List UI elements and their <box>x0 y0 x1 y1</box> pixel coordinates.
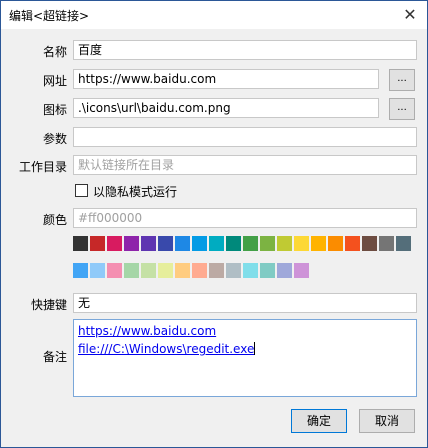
hotkey-field[interactable]: 无 <box>73 293 417 313</box>
color-swatch[interactable] <box>107 236 122 251</box>
color-swatch[interactable] <box>158 236 173 251</box>
color-swatch[interactable] <box>192 263 207 278</box>
color-swatch[interactable] <box>141 236 156 251</box>
notes-line-2[interactable]: file:///C:\Windows\regedit.exe <box>78 340 412 358</box>
color-swatch[interactable] <box>90 236 105 251</box>
color-swatch[interactable] <box>243 236 258 251</box>
title-bar: 编辑<超链接> ✕ <box>1 1 427 29</box>
icon-path-label: 图标 <box>42 103 67 117</box>
color-swatch[interactable] <box>243 263 258 278</box>
workdir-label: 工作目录 <box>18 160 67 174</box>
color-swatch[interactable] <box>107 263 122 278</box>
color-swatch[interactable] <box>396 236 411 251</box>
params-label: 参数 <box>42 132 67 146</box>
color-swatch[interactable] <box>73 236 88 251</box>
private-mode-label: 以隐私模式运行 <box>93 185 178 199</box>
ok-button[interactable]: 确定 <box>291 409 347 433</box>
url-label: 网址 <box>42 74 67 88</box>
color-swatch[interactable] <box>226 263 241 278</box>
name-label: 名称 <box>42 45 67 59</box>
color-swatch[interactable] <box>124 236 139 251</box>
cancel-button[interactable]: 取消 <box>359 409 415 433</box>
color-swatch[interactable] <box>345 236 360 251</box>
color-swatch[interactable] <box>328 236 343 251</box>
color-label: 颜色 <box>42 213 67 227</box>
color-swatch[interactable] <box>175 236 190 251</box>
url-field[interactable]: https://www.baidu.com <box>73 69 379 89</box>
color-swatch[interactable] <box>311 236 326 251</box>
color-swatch[interactable] <box>277 236 292 251</box>
color-swatch[interactable] <box>90 263 105 278</box>
color-swatch[interactable] <box>209 263 224 278</box>
notes-line-1[interactable]: https://www.baidu.com <box>78 322 412 340</box>
notes-label: 备注 <box>42 350 67 364</box>
params-field[interactable] <box>73 127 417 147</box>
workdir-field[interactable]: 默认链接所在目录 <box>73 155 417 175</box>
color-swatch[interactable] <box>175 263 190 278</box>
color-swatch[interactable] <box>141 263 156 278</box>
edit-hyperlink-dialog: 编辑<超链接> ✕ 名称 百度 网址 https://www.baidu.com… <box>0 0 428 448</box>
close-icon[interactable]: ✕ <box>399 4 421 26</box>
url-browse-button[interactable]: ... <box>389 69 415 91</box>
color-swatch[interactable] <box>260 263 275 278</box>
color-swatch[interactable] <box>362 236 377 251</box>
color-swatch[interactable] <box>192 236 207 251</box>
dialog-title: 编辑<超链接> <box>9 9 90 23</box>
name-field[interactable]: 百度 <box>73 40 417 60</box>
color-swatch[interactable] <box>379 236 394 251</box>
hotkey-label: 快捷键 <box>30 298 67 312</box>
text-cursor <box>254 342 256 355</box>
color-field[interactable]: #ff000000 <box>73 208 417 228</box>
icon-path-field[interactable]: .\icons\url\baidu.com.png <box>73 98 379 118</box>
color-swatch[interactable] <box>124 263 139 278</box>
color-swatch[interactable] <box>226 236 241 251</box>
color-swatch[interactable] <box>294 263 309 278</box>
color-swatch[interactable] <box>209 236 224 251</box>
color-swatch[interactable] <box>277 263 292 278</box>
notes-textarea[interactable]: https://www.baidu.com file:///C:\Windows… <box>73 319 417 397</box>
private-mode-checkbox[interactable] <box>75 184 88 197</box>
color-swatch[interactable] <box>260 236 275 251</box>
color-swatch[interactable] <box>294 236 309 251</box>
icon-browse-button[interactable]: ... <box>389 98 415 120</box>
color-swatch[interactable] <box>158 263 173 278</box>
color-swatch[interactable] <box>73 263 88 278</box>
